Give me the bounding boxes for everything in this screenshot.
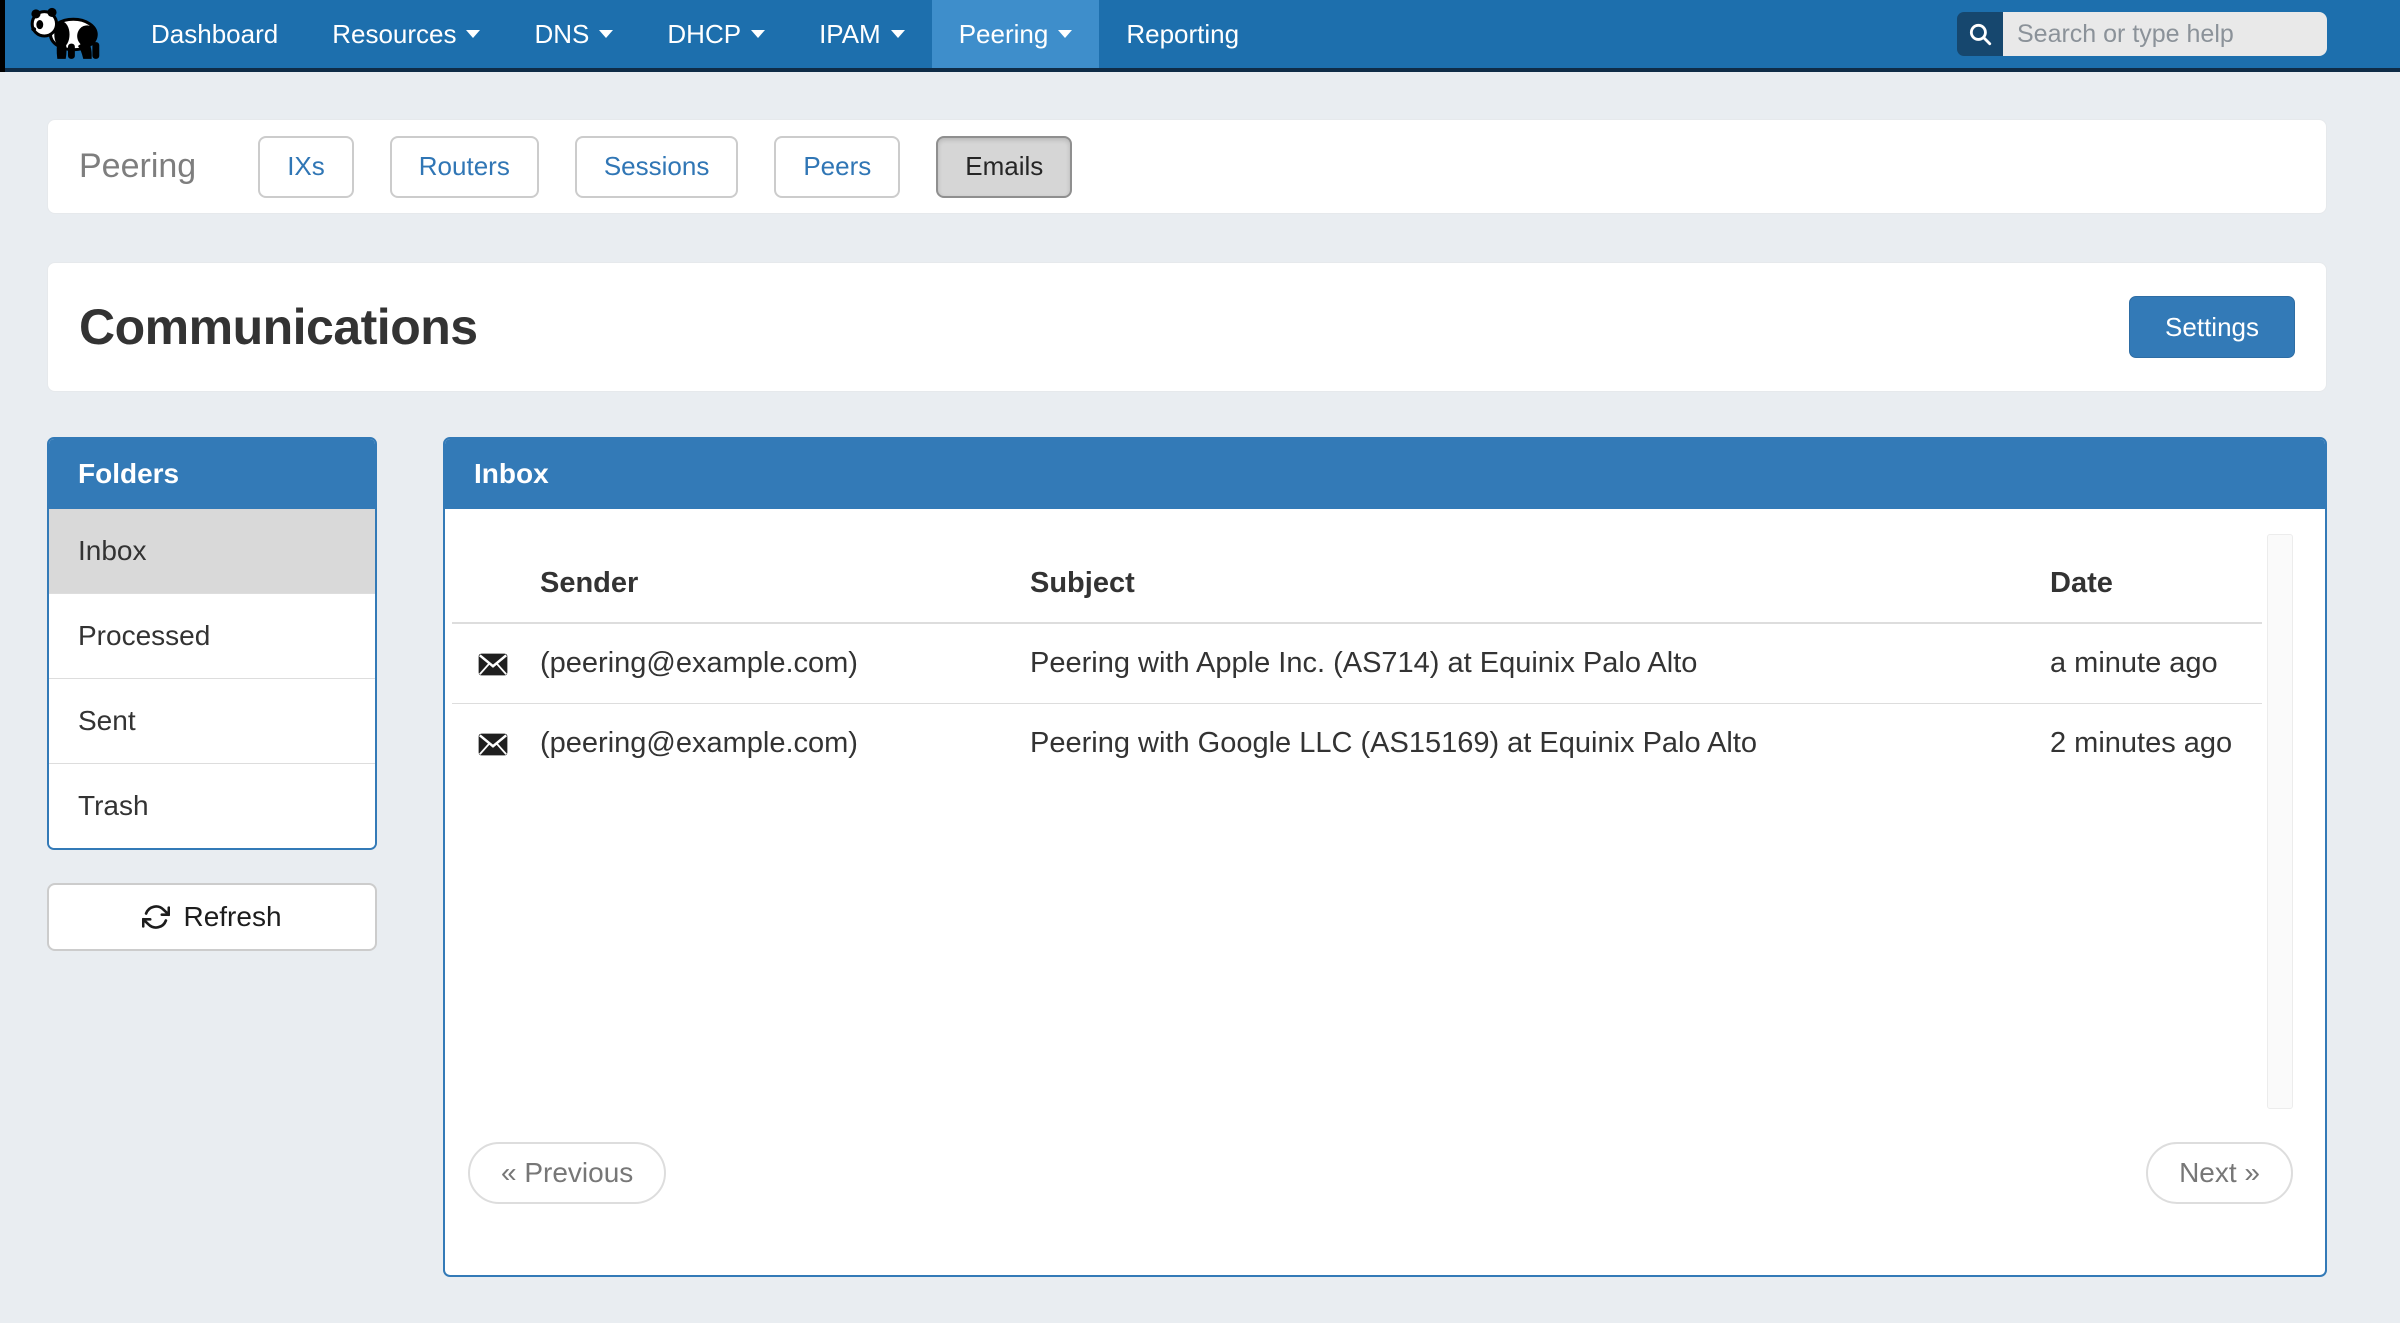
column-header-icon [452,547,524,623]
navbar: Dashboard Resources DNS DHCP IPAM Peerin… [0,0,2400,72]
page-title: Communications [79,298,478,356]
mail-row[interactable]: (peering@example.com) Peering with Apple… [452,623,2262,704]
panda-logo-icon[interactable] [26,0,110,68]
table-header-row: Sender Subject Date [452,547,2262,623]
nav-item-reporting[interactable]: Reporting [1099,0,1266,68]
mail-subject: Peering with Apple Inc. (AS714) at Equin… [1014,623,2034,704]
folder-item-inbox[interactable]: Inbox [49,509,375,593]
refresh-button[interactable]: Refresh [47,883,377,951]
mail-row[interactable]: (peering@example.com) Peering with Googl… [452,704,2262,784]
navbar-edge-mark [0,0,5,72]
envelope-icon [478,653,508,676]
nav-label-reporting: Reporting [1126,19,1239,50]
nav-label-dashboard: Dashboard [151,19,278,50]
nav-label-peering: Peering [959,19,1049,50]
refresh-label: Refresh [183,901,281,933]
folder-item-processed[interactable]: Processed [49,593,375,678]
communications-header: Communications Settings [47,262,2327,392]
column-header-sender: Sender [524,547,1014,623]
nav-label-resources: Resources [332,19,456,50]
left-column: Folders Inbox Processed Sent Trash Refre… [47,437,377,951]
column-header-date: Date [2034,547,2262,623]
nav-item-peering[interactable]: Peering [932,0,1100,68]
right-column: Inbox Sender Subject Date [443,437,2327,1277]
nav-label-dns: DNS [534,19,589,50]
main-content: Peering IXs Routers Sessions Peers Email… [47,119,2327,1277]
nav-item-resources[interactable]: Resources [305,0,507,68]
folders-panel-heading: Folders [49,439,375,509]
caret-down-icon [891,30,905,38]
mail-date: a minute ago [2034,623,2262,704]
caret-down-icon [466,30,480,38]
mail-date: 2 minutes ago [2034,704,2262,784]
main-nav: Dashboard Resources DNS DHCP IPAM Peerin… [124,0,1266,68]
search-input[interactable] [2003,12,2327,56]
inbox-scrollbar-track[interactable] [2267,534,2293,1109]
nav-item-ipam[interactable]: IPAM [792,0,932,68]
envelope-icon [478,733,508,756]
tab-routers[interactable]: Routers [390,136,539,198]
navbar-spacer [1266,0,1957,68]
folder-item-trash[interactable]: Trash [49,763,375,848]
tab-emails[interactable]: Emails [936,136,1072,198]
inbox-panel-heading: Inbox [445,439,2325,509]
tab-peers[interactable]: Peers [774,136,900,198]
tab-sessions[interactable]: Sessions [575,136,739,198]
search-button[interactable] [1957,12,2003,56]
next-page-button[interactable]: Next » [2146,1142,2293,1204]
section-title: Peering [79,147,196,186]
magnifier-icon [1967,21,1993,47]
mail-sender: (peering@example.com) [524,704,1014,784]
inbox-panel: Inbox Sender Subject Date [443,437,2327,1277]
inbox-panel-body: Sender Subject Date [445,509,2325,1142]
caret-down-icon [599,30,613,38]
column-header-subject: Subject [1014,547,2034,623]
nav-label-dhcp: DHCP [667,19,741,50]
content-row: Folders Inbox Processed Sent Trash Refre… [47,437,2327,1277]
nav-item-dashboard[interactable]: Dashboard [124,0,305,68]
caret-down-icon [751,30,765,38]
nav-label-ipam: IPAM [819,19,881,50]
mail-subject: Peering with Google LLC (AS15169) at Equ… [1014,704,2034,784]
pagination: « Previous Next » [445,1142,2325,1204]
previous-page-button[interactable]: « Previous [468,1142,666,1204]
refresh-icon [142,903,170,931]
mail-sender: (peering@example.com) [524,623,1014,704]
peering-section-bar: Peering IXs Routers Sessions Peers Email… [47,119,2327,214]
inbox-table: Sender Subject Date [452,547,2262,783]
nav-item-dhcp[interactable]: DHCP [640,0,792,68]
folder-item-sent[interactable]: Sent [49,678,375,763]
panda-icon [26,4,110,65]
folders-panel: Folders Inbox Processed Sent Trash [47,437,377,850]
caret-down-icon [1058,30,1072,38]
settings-button[interactable]: Settings [2129,296,2295,358]
nav-item-dns[interactable]: DNS [507,0,640,68]
navbar-search [1957,0,2327,68]
tab-ixs[interactable]: IXs [258,136,354,198]
